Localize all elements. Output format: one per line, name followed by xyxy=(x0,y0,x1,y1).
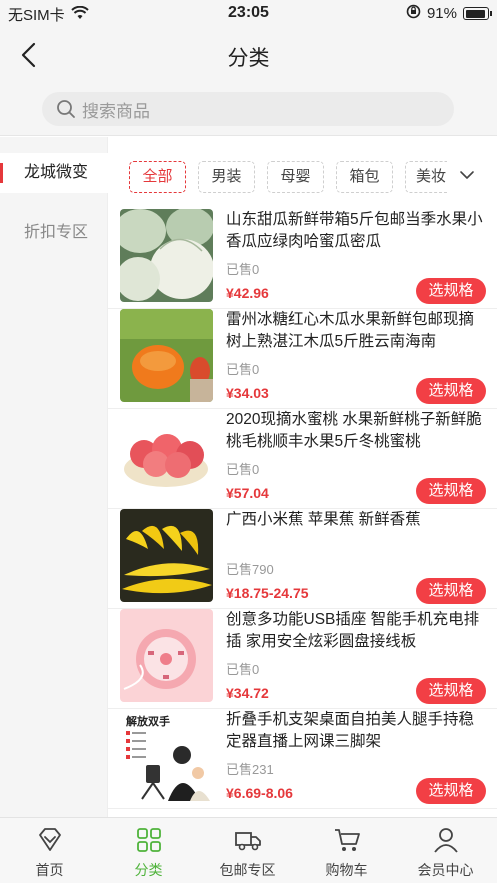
chevron-down-icon[interactable] xyxy=(459,167,475,183)
diamond-icon xyxy=(39,828,61,851)
product-item[interactable]: 创意多功能USB插座 智能手机充电排插 家用安全炫彩圆盘接线板 已售0 ¥34.… xyxy=(108,609,497,709)
product-image-banana xyxy=(120,509,213,602)
user-icon xyxy=(434,828,458,853)
chip-bags[interactable]: 箱包 xyxy=(336,161,393,193)
product-image-peach xyxy=(120,409,213,502)
product-title: 雷州冰糖红心木瓜水果新鲜包邮现摘树上熟湛江木瓜5斤胜云南海南 xyxy=(226,311,475,350)
product-image-tripod: 解放双手 xyxy=(120,709,213,802)
product-item[interactable]: 解放双手 折叠手机支架桌面自拍美人腿手持稳定器直播上网课三脚架 已售231 ¥6… xyxy=(108,709,497,809)
tab-label: 购物车 xyxy=(325,862,368,878)
product-title: 2020现摘水蜜桃 水果新鲜桃子新鲜脆桃毛桃顺丰水果5斤冬桃蜜桃 xyxy=(226,411,482,450)
battery-icon xyxy=(463,7,492,20)
product-sold: 已售0 xyxy=(226,262,260,277)
battery-percent: 91% xyxy=(426,5,457,22)
tab-label: 分类 xyxy=(134,862,163,878)
product-price: ¥34.72 xyxy=(226,685,269,701)
product-sold: 已售0 xyxy=(226,362,260,377)
product-image-melon xyxy=(120,209,213,302)
product-item[interactable]: 山东甜瓜新鲜带箱5斤包邮当季水果小香瓜应绿肉哈蜜瓜密瓜 已售0 ¥42.96 选… xyxy=(108,209,497,309)
product-price: ¥42.96 xyxy=(226,285,269,301)
tab-label: 包邮专区 xyxy=(219,862,276,878)
product-item[interactable]: 广西小米蕉 苹果蕉 新鲜香蕉 已售790 ¥18.75-24.75 选规格 xyxy=(108,509,497,609)
chip-all[interactable]: 全部 xyxy=(129,161,186,193)
tab-home[interactable]: 首页 xyxy=(0,818,99,883)
sidebar-item-discount[interactable]: 折扣专区 xyxy=(0,213,108,253)
product-title: 折叠手机支架桌面自拍美人腿手持稳定器直播上网课三脚架 xyxy=(226,711,475,750)
status-bar: 无SIM卡 23:05 91% xyxy=(0,0,497,28)
tab-cart[interactable]: 购物车 xyxy=(297,818,396,883)
select-spec-button[interactable]: 选规格 xyxy=(416,578,486,604)
chip-baby[interactable]: 母婴 xyxy=(267,161,324,193)
select-spec-button[interactable]: 选规格 xyxy=(416,378,486,404)
search-icon xyxy=(57,100,75,118)
product-price: ¥6.69-8.06 xyxy=(226,785,293,801)
nav-bar: 分类 xyxy=(0,28,497,84)
filter-chips: 全部 男装 母婴 箱包 美妆 xyxy=(108,137,497,209)
category-sidebar: 龙城微变 折扣专区 xyxy=(0,137,108,817)
product-price: ¥18.75-24.75 xyxy=(226,585,309,601)
truck-icon xyxy=(235,832,261,851)
orientation-lock-icon xyxy=(406,4,421,23)
product-sold: 已售231 xyxy=(226,762,274,777)
product-price: ¥34.03 xyxy=(226,385,269,401)
cart-icon xyxy=(335,829,360,851)
product-item[interactable]: 2020现摘水蜜桃 水果新鲜桃子新鲜脆桃毛桃顺丰水果5斤冬桃蜜桃 已售0 ¥57… xyxy=(108,409,497,509)
bottom-tab-bar: 首页 分类 包邮专区 购物车 会员中心 xyxy=(0,817,497,883)
chip-beauty[interactable]: 美妆 xyxy=(405,161,447,193)
product-sold: 已售0 xyxy=(226,662,260,677)
tab-label: 首页 xyxy=(35,862,64,878)
tab-member[interactable]: 会员中心 xyxy=(396,818,495,883)
select-spec-button[interactable]: 选规格 xyxy=(416,278,486,304)
product-image-socket xyxy=(120,609,213,702)
sidebar-item-longcheng[interactable]: 龙城微变 xyxy=(0,153,108,193)
product-title: 广西小米蕉 苹果蕉 新鲜香蕉 xyxy=(226,511,421,528)
product-image-papaya xyxy=(120,309,213,402)
search-area: 搜索商品 xyxy=(0,84,497,136)
status-right: 91% xyxy=(406,4,492,23)
product-item[interactable]: 雷州冰糖红心木瓜水果新鲜包邮现摘树上熟湛江木瓜5斤胜云南海南 已售0 ¥34.0… xyxy=(108,309,497,409)
select-spec-button[interactable]: 选规格 xyxy=(416,778,486,804)
grid-icon xyxy=(137,828,161,852)
search-placeholder: 搜索商品 xyxy=(82,101,150,121)
product-title: 山东甜瓜新鲜带箱5斤包邮当季水果小香瓜应绿肉哈蜜瓜密瓜 xyxy=(226,211,483,250)
product-sold: 已售0 xyxy=(226,462,260,477)
product-title: 创意多功能USB插座 智能手机充电排插 家用安全炫彩圆盘接线板 xyxy=(226,611,480,650)
product-sold: 已售790 xyxy=(226,562,274,577)
select-spec-button[interactable]: 选规格 xyxy=(416,678,486,704)
tab-free-shipping[interactable]: 包邮专区 xyxy=(198,818,297,883)
page-title: 分类 xyxy=(227,47,270,70)
tab-label: 会员中心 xyxy=(417,862,474,878)
product-price: ¥57.04 xyxy=(226,485,269,501)
select-spec-button[interactable]: 选规格 xyxy=(416,478,486,504)
tab-category[interactable]: 分类 xyxy=(99,818,198,883)
search-input[interactable]: 搜索商品 xyxy=(42,92,454,126)
chip-menswear[interactable]: 男装 xyxy=(198,161,255,193)
